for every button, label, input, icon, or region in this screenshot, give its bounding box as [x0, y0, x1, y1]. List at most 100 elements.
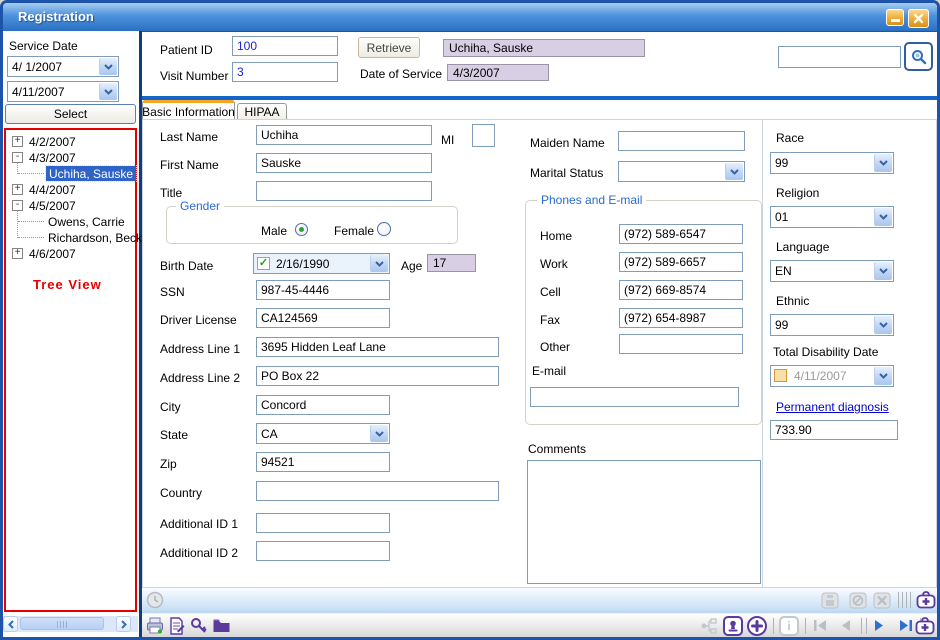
country-input[interactable] [256, 481, 499, 501]
person-stamp-button[interactable] [723, 616, 743, 636]
scroll-right-button[interactable] [116, 616, 131, 632]
permanent-diagnosis-link[interactable]: Permanent diagnosis [776, 400, 889, 414]
work-phone-input[interactable] [619, 252, 743, 272]
add-button[interactable] [747, 616, 767, 636]
comments-textarea[interactable] [527, 460, 761, 584]
tab-hipaa[interactable]: HIPAA [237, 103, 287, 120]
info-button[interactable]: i [779, 616, 799, 636]
marital-status-dropdown-button[interactable] [725, 163, 743, 180]
marital-status-combo[interactable] [618, 161, 745, 182]
total-disability-checkbox[interactable] [774, 369, 787, 382]
ethnic-dropdown-button[interactable] [874, 316, 892, 334]
nav-first-button[interactable] [812, 618, 828, 633]
tree-item-patient[interactable]: Richardson, Beck [48, 230, 142, 245]
tree-toggle-expand[interactable]: + [12, 248, 23, 259]
search-button[interactable] [904, 42, 933, 71]
tree-item-date[interactable]: 4/3/2007 [29, 150, 76, 165]
person-stamp-icon [727, 620, 739, 632]
language-dropdown-button[interactable] [874, 262, 892, 280]
total-disability-date-picker[interactable]: 4/11/2007 [770, 365, 894, 387]
tab-basic-information[interactable]: Basic Information [142, 100, 235, 120]
security-key-button[interactable] [190, 617, 208, 635]
service-date-to-combo[interactable]: 4/11/2007 [7, 81, 119, 102]
tree-item-date[interactable]: 4/2/2007 [29, 134, 76, 149]
religion-combo[interactable]: 01 [770, 206, 894, 228]
last-name-label: Last Name [160, 130, 218, 144]
first-name-input[interactable] [256, 153, 432, 173]
horizontal-scrollbar[interactable] [3, 616, 138, 632]
mi-input[interactable] [472, 124, 495, 147]
chevron-down-icon [879, 322, 888, 328]
tree-item-date[interactable]: 4/6/2007 [29, 246, 76, 261]
nav-previous-button[interactable] [838, 618, 852, 633]
service-date-from-dropdown-button[interactable] [99, 58, 117, 75]
patient-id-input[interactable] [232, 36, 338, 56]
city-input[interactable] [256, 395, 390, 415]
column-divider [762, 120, 763, 587]
ethnic-combo[interactable]: 99 [770, 314, 894, 336]
search-input[interactable] [778, 46, 901, 68]
tree-item-patient[interactable]: Owens, Carrie [48, 214, 125, 229]
driver-license-input[interactable] [256, 308, 390, 328]
total-disability-dropdown-button[interactable] [874, 367, 892, 385]
print-button[interactable] [146, 617, 164, 634]
tree-toggle-collapse[interactable]: - [12, 152, 23, 163]
registration-module-button[interactable] [914, 615, 936, 637]
nav-next-button[interactable] [873, 618, 887, 633]
maiden-name-input[interactable] [618, 131, 745, 151]
ssn-input[interactable] [256, 280, 390, 300]
scroll-left-button[interactable] [3, 616, 18, 632]
cancel-button[interactable] [849, 592, 867, 609]
birth-date-picker[interactable]: ✓ 2/16/1990 [253, 253, 390, 274]
religion-dropdown-button[interactable] [874, 208, 892, 226]
state-dropdown-button[interactable] [370, 425, 388, 442]
retrieve-button[interactable]: Retrieve [358, 37, 420, 58]
delete-button[interactable] [873, 592, 891, 609]
tree-toggle-expand[interactable]: + [12, 136, 23, 147]
address-line1-input[interactable] [256, 337, 499, 357]
zip-input[interactable] [256, 452, 390, 472]
birth-date-checkbox[interactable]: ✓ [257, 257, 270, 270]
female-radio[interactable] [377, 222, 391, 236]
additional-id1-input[interactable] [256, 513, 390, 533]
ethnic-label: Ethnic [776, 294, 809, 308]
minimize-button[interactable] [886, 9, 904, 26]
last-name-input[interactable] [256, 125, 432, 145]
state-combo[interactable]: CA [256, 423, 390, 444]
save-button[interactable] [821, 592, 839, 609]
tree-toggle-expand[interactable]: + [12, 184, 23, 195]
registration-module-button[interactable] [915, 589, 937, 611]
service-date-to-dropdown-button[interactable] [99, 83, 117, 100]
nav-last-button[interactable] [898, 618, 914, 633]
tree-toggle-collapse[interactable]: - [12, 200, 23, 211]
select-button[interactable]: Select [5, 104, 136, 124]
folder-button[interactable] [212, 617, 231, 634]
tree-item-patient-selected[interactable]: Uchiha, Sauske [46, 166, 136, 181]
title-input[interactable] [256, 181, 432, 201]
birth-date-value: 2/16/1990 [276, 257, 329, 271]
other-phone-input[interactable] [619, 334, 743, 354]
service-date-from-combo[interactable]: 4/ 1/2007 [7, 56, 119, 77]
fax-input[interactable] [619, 308, 743, 328]
male-radio[interactable] [295, 223, 308, 236]
birth-date-dropdown-button[interactable] [370, 255, 388, 272]
tree-item-date[interactable]: 4/5/2007 [29, 198, 76, 213]
additional-id2-input[interactable] [256, 541, 390, 561]
cell-phone-input[interactable] [619, 280, 743, 300]
race-dropdown-button[interactable] [874, 154, 892, 172]
language-combo[interactable]: EN [770, 260, 894, 282]
hierarchy-button[interactable] [700, 617, 719, 635]
diagnosis-code-input[interactable] [770, 420, 898, 440]
additional-id1-label: Additional ID 1 [160, 517, 238, 531]
birth-date-label: Birth Date [160, 259, 213, 273]
visit-number-input[interactable] [232, 62, 338, 82]
scrollbar-thumb[interactable] [20, 617, 104, 630]
email-input[interactable] [530, 387, 739, 407]
home-phone-input[interactable] [619, 224, 743, 244]
edit-document-button[interactable] [168, 617, 185, 635]
phones-email-group-label: Phones and E-mail [537, 193, 646, 207]
address-line2-input[interactable] [256, 366, 499, 386]
race-combo[interactable]: 99 [770, 152, 894, 174]
tree-item-date[interactable]: 4/4/2007 [29, 182, 76, 197]
close-button[interactable] [908, 9, 929, 28]
